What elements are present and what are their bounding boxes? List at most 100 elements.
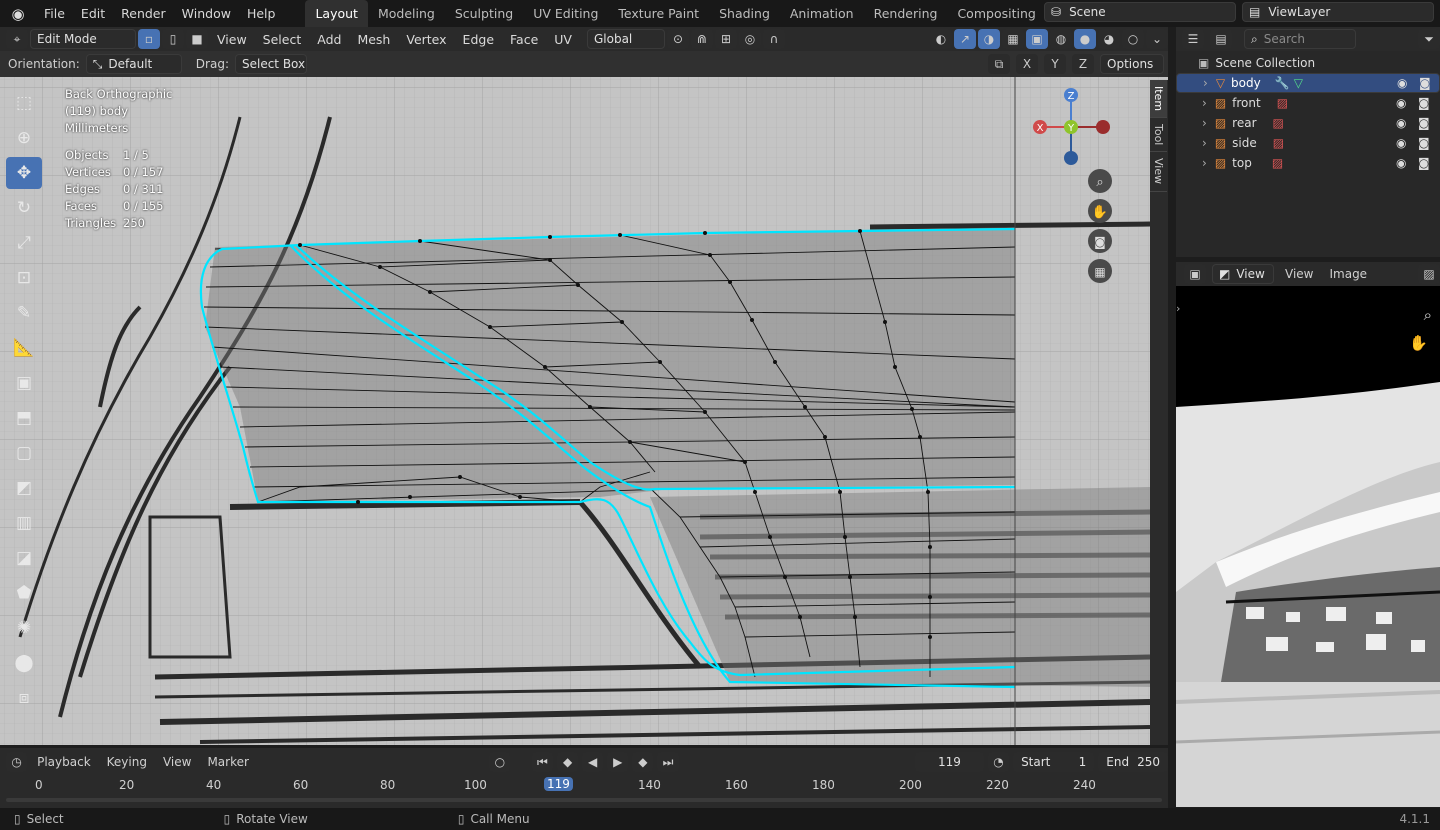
jump-end-icon[interactable]: ⏭ (657, 752, 679, 772)
smooth-tool-icon[interactable]: ⬤ (6, 647, 42, 679)
scale-tool-icon[interactable]: ⤢ (6, 227, 42, 259)
image-data-icon[interactable]: ▨ (1277, 96, 1288, 110)
menu-edit[interactable]: Edit (73, 0, 113, 27)
expand-arrow-icon[interactable]: › (1202, 136, 1207, 150)
orientation-selector[interactable]: ⤡ Default (85, 54, 182, 74)
extrude-tool-icon[interactable]: ⬒ (6, 402, 42, 434)
navigation-gizmo[interactable]: Z X Y ⌕ ✋ ◙ ▦ (1030, 85, 1120, 285)
workspace-tab-uv-editing[interactable]: UV Editing (523, 0, 608, 27)
timeline-editor-type-icon[interactable]: ◷ (6, 752, 28, 772)
timeline-scrollbar[interactable] (6, 798, 1162, 802)
add-cube-tool-icon[interactable]: ▣ (6, 367, 42, 399)
transform-tool-icon[interactable]: ⊡ (6, 262, 42, 294)
render-camera-icon[interactable]: ◙ (1418, 116, 1430, 130)
move-tool-icon[interactable]: ✥ (6, 157, 42, 189)
vertex-select-icon[interactable]: ▫ (138, 29, 160, 49)
render-camera-icon[interactable]: ◙ (1418, 96, 1430, 110)
view-mode-selector[interactable]: ◩ View (1212, 264, 1274, 284)
gizmo-neg-z-axis[interactable] (1064, 151, 1078, 165)
workspace-tab-animation[interactable]: Animation (780, 0, 864, 27)
cursor-tool-icon[interactable]: ⊕ (6, 122, 42, 154)
solid-shading-icon[interactable]: ● (1074, 29, 1096, 49)
start-frame-field[interactable]: Start 1 (1013, 752, 1095, 772)
workspace-tab-texture-paint[interactable]: Texture Paint (608, 0, 709, 27)
playhead-frame-label[interactable]: 119 (544, 777, 573, 791)
filter-icon[interactable]: ⏷ (1418, 29, 1440, 49)
modifier-icon[interactable]: 🔧 (1275, 76, 1290, 90)
menu-uv[interactable]: UV (547, 32, 579, 47)
expand-arrow-icon[interactable]: › (1202, 156, 1207, 170)
workspace-tab-modeling[interactable]: Modeling (368, 0, 445, 27)
menu-edge[interactable]: Edge (456, 32, 501, 47)
bevel-tool-icon[interactable]: ◩ (6, 472, 42, 504)
expand-arrow-icon[interactable]: › (1202, 116, 1207, 130)
outliner-search[interactable]: ⌕ Search (1244, 29, 1356, 49)
menu-timeline-view[interactable]: View (157, 755, 197, 769)
image-editor[interactable]: ⌕ ✋ › (1176, 262, 1440, 807)
preview-range-icon[interactable]: ◔ (987, 752, 1010, 772)
display-mode-icon[interactable]: ▤ (1210, 29, 1232, 49)
image-editor-canvas[interactable] (1176, 262, 1440, 807)
render-camera-icon[interactable]: ◙ (1418, 136, 1430, 150)
image-browse-icon[interactable]: ▨ (1418, 264, 1440, 284)
menu-add[interactable]: Add (310, 32, 348, 47)
inset-tool-icon[interactable]: ▢ (6, 437, 42, 469)
editor-type-icon[interactable]: ⌖ (6, 29, 28, 49)
knife-tool-icon[interactable]: ◪ (6, 542, 42, 574)
menu-playback[interactable]: Playback (31, 755, 97, 769)
image-pan-icon[interactable]: ✋ (1409, 334, 1428, 352)
transform-orientation-selector[interactable]: Global (586, 29, 665, 49)
play-icon[interactable]: ▶ (607, 752, 629, 772)
expand-arrow-icon[interactable]: › (1203, 76, 1208, 90)
face-select-icon[interactable]: ■ (186, 29, 208, 49)
menu-marker[interactable]: Marker (201, 755, 254, 769)
jump-start-icon[interactable]: ⏮ (531, 752, 553, 772)
visibility-eye-icon[interactable]: ◉ (1396, 136, 1406, 150)
spin-tool-icon[interactable]: ✺ (6, 612, 42, 644)
measure-tool-icon[interactable]: 📐 (6, 332, 42, 364)
outliner-item-front[interactable]: › ▨ front ▨ ◉ ◙ (1176, 93, 1440, 113)
snap-target-icon[interactable]: ⊞ (714, 29, 737, 49)
tab-view[interactable]: View (1150, 152, 1167, 192)
gizmo-neg-x-axis[interactable] (1096, 120, 1110, 134)
workspace-tab-shading[interactable]: Shading (709, 0, 780, 27)
snap-icon[interactable]: ⋒ (690, 29, 713, 49)
pivot-point-icon[interactable]: ⊙ (666, 29, 689, 49)
outliner-editor-type-icon[interactable]: ☰ (1182, 29, 1204, 49)
mesh-data-icon[interactable]: ▽ (1294, 76, 1303, 90)
rotate-tool-icon[interactable]: ↻ (6, 192, 42, 224)
outliner-item-body[interactable]: › ▽ body 🔧 ▽ ◉ ◙ (1176, 73, 1440, 93)
mode-selector[interactable]: Edit Mode (30, 29, 136, 49)
workspace-tab-compositing[interactable]: Compositing (947, 0, 1045, 27)
proportional-edit-icon[interactable]: ◎ (738, 29, 761, 49)
material-shading-icon[interactable]: ◕ (1098, 29, 1120, 49)
menu-image-view[interactable]: View (1280, 267, 1318, 281)
loop-cut-tool-icon[interactable]: ▥ (6, 507, 42, 539)
image-editor-type-icon[interactable]: ▣ (1184, 264, 1206, 284)
options-dropdown[interactable]: Options (1100, 54, 1164, 74)
visibility-eye-icon[interactable]: ◉ (1396, 156, 1406, 170)
outliner-item-top[interactable]: › ▨ top ▨ ◉ ◙ (1176, 153, 1440, 173)
scene-collection-row[interactable]: ▣ Scene Collection (1176, 53, 1440, 73)
image-data-icon[interactable]: ▨ (1273, 136, 1284, 150)
annotate-tool-icon[interactable]: ✎ (6, 297, 42, 329)
visibility-eye-icon[interactable]: ◉ (1396, 96, 1406, 110)
mirror-icon[interactable]: ⧉ (988, 54, 1010, 74)
menu-mesh[interactable]: Mesh (350, 32, 397, 47)
axis-z-toggle[interactable]: Z (1072, 54, 1094, 74)
select-box-tool-icon[interactable]: ⬚ (6, 87, 42, 119)
menu-view[interactable]: View (210, 32, 254, 47)
shading-options-icon[interactable]: ⌄ (1146, 29, 1168, 49)
menu-keying[interactable]: Keying (101, 755, 153, 769)
outliner-item-rear[interactable]: › ▨ rear ▨ ◉ ◙ (1176, 113, 1440, 133)
menu-face[interactable]: Face (503, 32, 545, 47)
expand-arrow-icon[interactable]: › (1202, 96, 1207, 110)
outliner-item-side[interactable]: › ▨ side ▨ ◉ ◙ (1176, 133, 1440, 153)
3d-viewport[interactable] (0, 77, 1168, 745)
image-data-icon[interactable]: ▨ (1273, 116, 1284, 130)
menu-vertex[interactable]: Vertex (399, 32, 453, 47)
xray-toggle-icon[interactable]: ▣ (1026, 29, 1048, 49)
image-data-icon[interactable]: ▨ (1272, 156, 1283, 170)
render-camera-icon[interactable]: ◙ (1418, 156, 1430, 170)
render-camera-icon[interactable]: ◙ (1419, 76, 1431, 90)
